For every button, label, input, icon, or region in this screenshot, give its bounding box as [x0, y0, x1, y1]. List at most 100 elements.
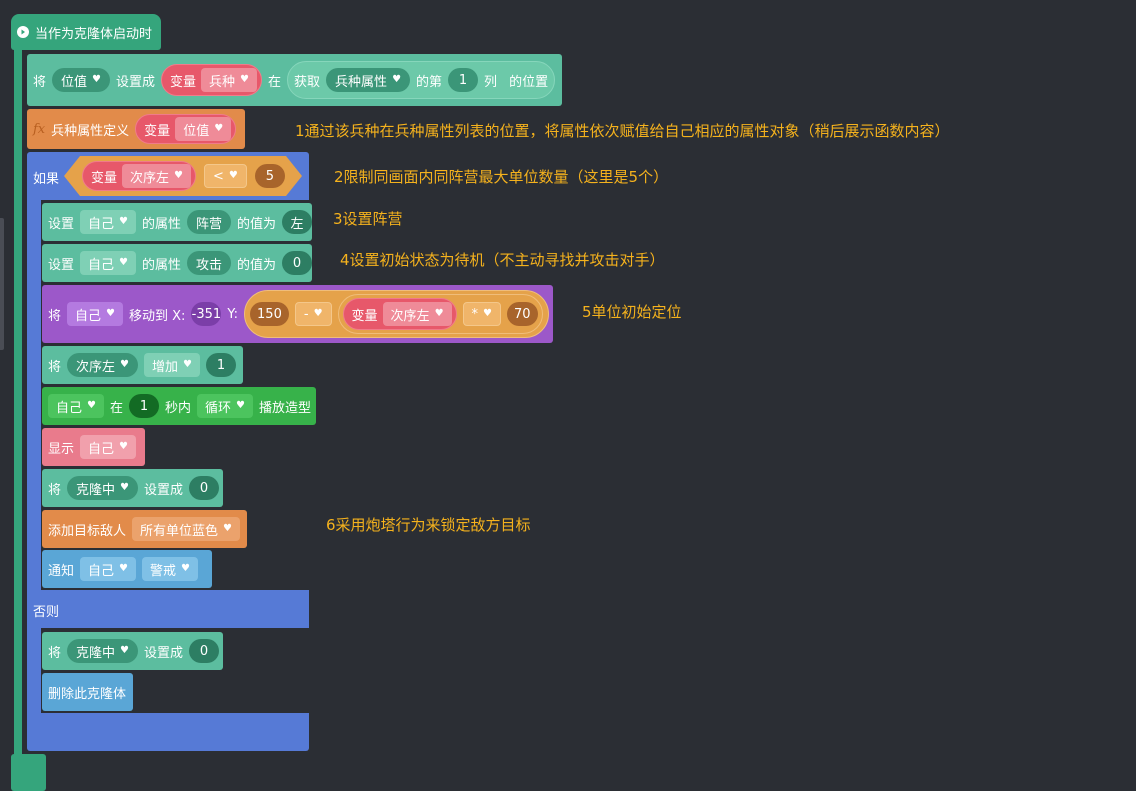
dropdown-heart-icon: ♥	[119, 563, 128, 574]
dropdown-heart-icon: ♥	[434, 308, 444, 319]
dropdown-heart-icon: ♥	[223, 523, 232, 534]
kw-else: 否则	[33, 605, 60, 620]
annotation-note-3: 3设置阵营	[333, 210, 403, 228]
function-call-block[interactable]: fx 兵种属性定义 变量 位值 ♥	[27, 109, 245, 149]
variable-name-dropdown[interactable]: 位值 ♥	[175, 117, 232, 141]
attribute-input[interactable]: 攻击	[187, 251, 232, 275]
hat-label: 当作为克隆体启动时	[35, 26, 153, 42]
target-dropdown[interactable]: 自己 ♥	[80, 210, 136, 234]
dropdown-heart-icon: ♥	[120, 482, 129, 493]
message-dropdown[interactable]: 警戒 ♥	[142, 557, 198, 581]
when-clone-starts-hat[interactable]: 当作为克隆体启动时	[11, 14, 161, 50]
script-end-cap[interactable]	[11, 754, 46, 791]
get-list-index-reporter[interactable]: 获取 兵种属性 ♥ 的第 1 列 的位置	[287, 61, 556, 99]
variable-name-dropdown[interactable]: 次序左 ♥	[382, 302, 452, 326]
if-else-middle[interactable]	[27, 590, 309, 628]
x-input[interactable]: -351	[191, 302, 222, 326]
move-to-block[interactable]: 将 自己 ♥ 移动到 X: -351 Y: 150 - ♥ 变量 次序左 ♥ * ♥ 7…	[42, 285, 553, 343]
value-input[interactable]: 0	[282, 251, 313, 275]
math-operator-reporter[interactable]: 变量 次序左 ♥ * ♥ 70	[337, 294, 543, 334]
dropdown-heart-icon: ♥	[483, 308, 492, 319]
annotation-note-5: 5单位初始定位	[582, 303, 682, 321]
dropdown-heart-icon: ♥	[106, 308, 115, 319]
seconds-input[interactable]: 1	[129, 394, 159, 418]
kw-in: 在	[268, 74, 282, 90]
dropdown-heart-icon: ♥	[119, 441, 128, 452]
delete-clone-block[interactable]: 删除此克隆体	[42, 673, 133, 711]
target-dropdown[interactable]: 自己 ♥	[80, 435, 136, 459]
amount-input[interactable]: 1	[205, 353, 236, 377]
mode-dropdown[interactable]: 增加 ♥	[144, 353, 200, 377]
function-label: 兵种属性定义	[51, 123, 130, 139]
multiplier-input[interactable]: 70	[507, 302, 538, 326]
variable-reporter[interactable]: 变量 次序左 ♥	[342, 298, 457, 330]
value-input[interactable]: 0	[189, 639, 220, 663]
dropdown-heart-icon: ♥	[174, 170, 183, 181]
compare-condition[interactable]: 变量 次序左 ♥ < ♥ 5	[64, 156, 302, 196]
math-operator-reporter[interactable]: 150 - ♥ 变量 次序左 ♥ * ♥ 70	[244, 290, 549, 338]
set-attribute-block[interactable]: 设置 自己 ♥ 的属性 攻击 的值为 0	[42, 244, 313, 282]
set-variable-block[interactable]: 将 克隆中 ♥ 设置成 0	[42, 632, 223, 670]
variable-dropdown[interactable]: 次序左 ♥	[67, 353, 138, 377]
change-variable-block[interactable]: 将 次序左 ♥ 增加 ♥ 1	[42, 346, 243, 384]
kw-if: 如果	[33, 172, 60, 187]
play-circle-icon	[17, 26, 29, 38]
dropdown-heart-icon: ♥	[183, 359, 192, 370]
attribute-input[interactable]: 阵营	[187, 210, 232, 234]
set-variable-block[interactable]: 将 克隆中 ♥ 设置成 0	[42, 469, 223, 507]
if-else-spine-upper	[27, 198, 41, 592]
set-attribute-block[interactable]: 设置 自己 ♥ 的属性 阵营 的值为 左	[42, 203, 313, 241]
if-else-spine-lower	[27, 626, 41, 716]
target-dropdown[interactable]: 所有单位蓝色 ♥	[132, 517, 240, 541]
kw-set: 将	[33, 74, 47, 90]
annotation-note-2: 2限制同画面内同阵营最大单位数量（这里是5个）	[334, 168, 669, 186]
dropdown-heart-icon: ♥	[214, 123, 224, 134]
variable-name-dropdown[interactable]: 兵种 ♥	[201, 68, 258, 92]
add-target-enemy-block[interactable]: 添加目标敌人 所有单位蓝色 ♥	[42, 510, 247, 548]
fx-icon: fx	[33, 121, 46, 137]
dropdown-heart-icon: ♥	[236, 400, 245, 411]
notify-block[interactable]: 通知 自己 ♥ 警戒 ♥	[42, 550, 212, 588]
script-spine	[14, 44, 22, 756]
target-dropdown[interactable]: 自己 ♥	[67, 302, 123, 326]
annotation-note-1: 1通过该兵种在兵种属性列表的位置，将属性依次赋值给自己相应的属性对象（稍后展示函…	[295, 122, 950, 140]
function-arg-reporter[interactable]: 变量 位值 ♥	[135, 114, 237, 144]
play-animation-block[interactable]: 自己 ♥ 在 1 秒内 循环 ♥ 播放造型	[42, 387, 316, 425]
kw-set-to: 设置成	[116, 74, 156, 90]
value-input[interactable]: 左	[282, 210, 313, 234]
mode-dropdown[interactable]: 循环 ♥	[197, 394, 253, 418]
annotation-note-4: 4设置初始状态为待机（不主动寻找并攻击对手）	[340, 251, 665, 269]
variable-dropdown[interactable]: 克隆中 ♥	[67, 476, 138, 500]
dropdown-heart-icon: ♥	[119, 216, 128, 227]
dropdown-heart-icon: ♥	[87, 400, 96, 411]
operator-dropdown[interactable]: < ♥	[204, 164, 247, 188]
list-dropdown[interactable]: 兵种属性 ♥	[326, 68, 411, 92]
dropdown-heart-icon: ♥	[120, 359, 129, 370]
show-block[interactable]: 显示 自己 ♥	[42, 428, 145, 466]
target-dropdown[interactable]: 自己 ♥	[48, 394, 104, 418]
set-variable-block[interactable]: 将 位值 ♥ 设置成 变量 兵种 ♥ 在 获取 兵种属性 ♥ 的第 1 列 的位置	[27, 54, 562, 106]
dropdown-heart-icon: ♥	[228, 170, 238, 181]
if-else-bottom	[27, 713, 309, 751]
target-dropdown[interactable]: 自己 ♥	[80, 557, 136, 581]
annotation-note-6: 6采用炮塔行为来锁定敌方目标	[326, 516, 531, 534]
operator-dropdown[interactable]: - ♥	[294, 302, 332, 326]
variable-reporter[interactable]: 变量 兵种 ♥	[161, 64, 263, 96]
left-scroll-handle[interactable]	[0, 218, 4, 350]
compare-value-input[interactable]: 5	[255, 164, 285, 188]
variable-name-dropdown[interactable]: 次序左 ♥	[122, 164, 191, 188]
variable-reporter[interactable]: 变量 次序左 ♥	[82, 161, 196, 191]
dropdown-heart-icon: ♥	[240, 74, 250, 85]
variable-dropdown[interactable]: 位值 ♥	[52, 68, 110, 92]
column-index-input[interactable]: 1	[448, 68, 479, 92]
variable-dropdown[interactable]: 克隆中 ♥	[67, 639, 138, 663]
target-dropdown[interactable]: 自己 ♥	[80, 251, 136, 275]
dropdown-heart-icon: ♥	[392, 74, 402, 85]
operator-dropdown[interactable]: * ♥	[462, 302, 501, 326]
dropdown-heart-icon: ♥	[313, 308, 323, 319]
dropdown-heart-icon: ♥	[120, 645, 129, 656]
base-value-input[interactable]: 150	[250, 302, 289, 326]
dropdown-heart-icon: ♥	[92, 74, 101, 85]
dropdown-heart-icon: ♥	[119, 257, 128, 268]
value-input[interactable]: 0	[189, 476, 220, 500]
